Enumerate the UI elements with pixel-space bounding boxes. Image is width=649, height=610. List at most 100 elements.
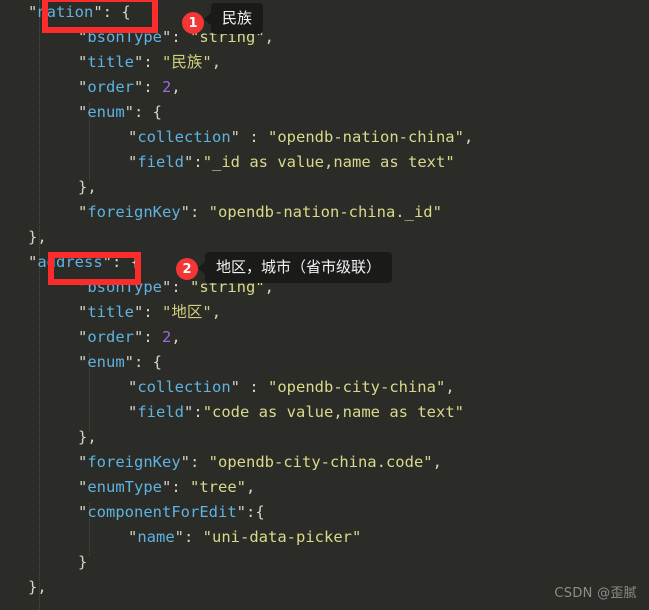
code-token-p: ,: [463, 128, 474, 146]
code-token-k: enum: [87, 353, 125, 371]
code-token-p: ":{: [236, 503, 265, 521]
code-token-p: ": [78, 28, 88, 46]
code-token-p: ": [78, 203, 88, 221]
code-line[interactable]: "bsonType": "string",: [0, 25, 649, 50]
code-token-p: ": [78, 353, 88, 371]
code-line[interactable]: }: [0, 550, 649, 575]
code-line[interactable]: "field":"code as value,name as text": [0, 400, 649, 425]
code-line[interactable]: "name": "uni-data-picker": [0, 525, 649, 550]
code-token-p: },: [78, 178, 97, 196]
code-token-p: ":: [180, 203, 209, 221]
code-token-sc: "地区": [162, 303, 212, 321]
code-token-p: ": [78, 53, 88, 71]
code-token-k: collection: [137, 378, 231, 396]
code-token-k: foreignKey: [87, 453, 181, 471]
code-token-s: "uni-data-picker": [202, 528, 362, 546]
code-token-p: },: [28, 228, 47, 246]
code-token-p: ": [78, 503, 88, 521]
code-token-p: ": [128, 378, 138, 396]
code-token-p: ":: [174, 528, 203, 546]
code-token-k: order: [87, 78, 135, 96]
code-token-p: ": [78, 103, 88, 121]
code-token-p: ": [78, 453, 88, 471]
code-token-p: }: [78, 553, 88, 571]
code-token-p: ,: [211, 53, 222, 71]
annotation-badge: 2: [176, 258, 198, 280]
code-line[interactable]: "order": 2,: [0, 325, 649, 350]
code-token-k: enumType: [87, 478, 162, 496]
code-line[interactable]: "enumType": "tree",: [0, 475, 649, 500]
code-token-p: ": [128, 128, 138, 146]
code-token-k: bsonType: [87, 278, 162, 296]
code-token-p: ,: [211, 303, 222, 321]
code-token-p: ": [28, 3, 38, 21]
code-token-sc: "民族": [162, 53, 212, 71]
code-token-p: ":: [184, 403, 203, 421]
code-token-k: bsonType: [87, 28, 162, 46]
code-line[interactable]: "nation": {: [0, 0, 649, 25]
code-token-k: collection: [137, 128, 231, 146]
code-token-k: foreignKey: [87, 203, 181, 221]
code-token-p: ": [78, 478, 88, 496]
code-content[interactable]: "nation": {"bsonType": "string", "title":…: [0, 0, 649, 610]
code-token-p: },: [78, 428, 97, 446]
code-token-p: ":: [134, 303, 163, 321]
code-line[interactable]: "enum": {: [0, 350, 649, 375]
code-line[interactable]: "title": "民族",: [0, 50, 649, 75]
annotation-callout: 民族: [203, 3, 264, 35]
code-line[interactable]: "collection" : "opendb-city-china",: [0, 375, 649, 400]
code-token-k: field: [137, 153, 185, 171]
code-token-k: order: [87, 328, 135, 346]
code-token-p: ,: [264, 28, 274, 46]
code-token-p: ":: [134, 53, 163, 71]
code-line[interactable]: "order": 2,: [0, 75, 649, 100]
code-token-p: ": [78, 328, 88, 346]
code-token-n: 2: [162, 78, 172, 96]
code-token-s: "opendb-city-china.code": [208, 453, 433, 471]
code-token-s: "_id as value,name as text": [202, 153, 455, 171]
code-line[interactable]: },: [0, 225, 649, 250]
code-line[interactable]: "collection" : "opendb-nation-china",: [0, 125, 649, 150]
code-line[interactable]: "title": "地区",: [0, 300, 649, 325]
code-token-p: ": {: [124, 353, 162, 371]
code-token-p: " :: [230, 128, 268, 146]
annotation-badge: 1: [182, 12, 204, 34]
code-token-p: ,: [246, 478, 256, 496]
code-token-s: "code as value,name as text": [202, 403, 464, 421]
code-token-p: ":: [184, 153, 203, 171]
code-token-p: ": [128, 403, 138, 421]
code-token-n: 2: [162, 328, 172, 346]
code-token-s: "opendb-nation-china": [268, 128, 464, 146]
code-token-p: ":: [162, 478, 190, 496]
code-token-s: "tree": [190, 478, 246, 496]
code-token-p: ,: [445, 378, 455, 396]
code-line[interactable]: "foreignKey": "opendb-nation-china._id": [0, 200, 649, 225]
code-token-k: name: [137, 528, 175, 546]
code-line[interactable]: },: [0, 175, 649, 200]
code-editor-screenshot: "nation": {"bsonType": "string", "title":…: [0, 0, 649, 610]
code-token-k: title: [87, 53, 135, 71]
code-token-p: ":: [134, 328, 163, 346]
code-line[interactable]: "componentForEdit":{: [0, 500, 649, 525]
code-token-s: "opendb-nation-china._id": [208, 203, 442, 221]
code-token-p: ": [128, 153, 138, 171]
code-token-k: field: [137, 403, 185, 421]
code-line[interactable]: "enum": {: [0, 100, 649, 125]
code-token-p: },: [28, 578, 47, 596]
code-line[interactable]: },: [0, 425, 649, 450]
code-line[interactable]: },: [0, 575, 649, 600]
code-token-p: ": [28, 253, 38, 271]
code-token-p: ": [78, 303, 88, 321]
code-token-p: ": [78, 278, 88, 296]
code-token-s: "opendb-city-china": [268, 378, 446, 396]
code-token-k: nation: [37, 3, 94, 21]
code-token-p: ": {: [102, 253, 140, 271]
code-token-p: " :: [230, 378, 268, 396]
code-token-p: ,: [171, 78, 181, 96]
code-token-p: ":: [134, 78, 163, 96]
code-line[interactable]: "foreignKey": "opendb-city-china.code",: [0, 450, 649, 475]
code-token-k: title: [87, 303, 135, 321]
code-line[interactable]: "field":"_id as value,name as text": [0, 150, 649, 175]
code-token-p: ":: [180, 453, 209, 471]
watermark: CSDN @歪腻: [554, 586, 637, 601]
